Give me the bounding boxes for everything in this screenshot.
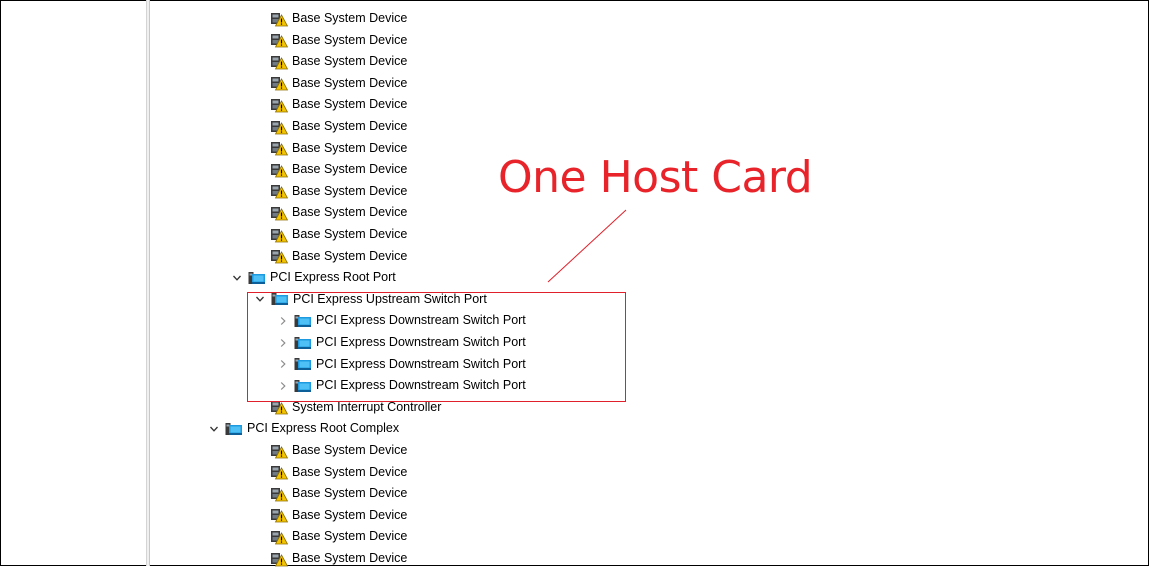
annotation-text: One Host Card: [498, 152, 813, 203]
annotation-pointer-line: [547, 209, 627, 283]
